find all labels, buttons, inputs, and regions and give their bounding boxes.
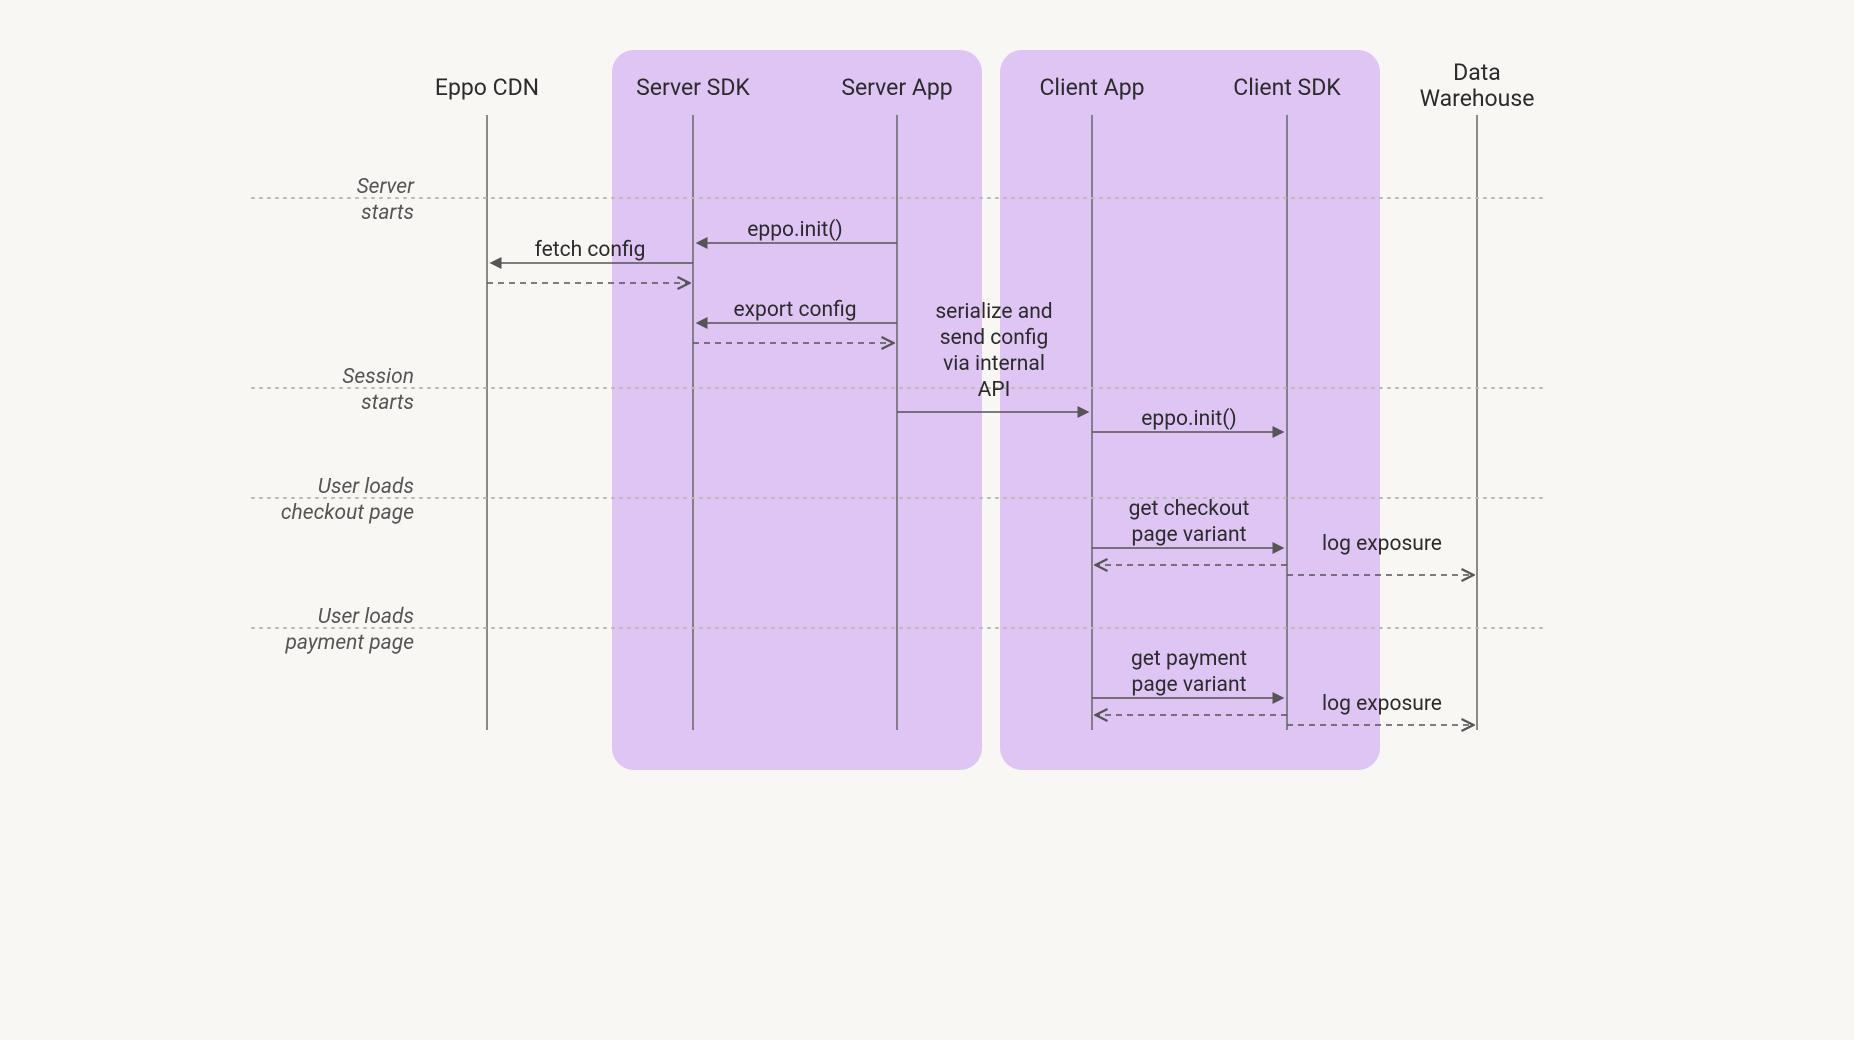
msg-serialize-send-l2: send config	[940, 326, 1049, 350]
phase-checkout-l2: checkout page	[281, 501, 414, 525]
msg-serialize-send-l4: API	[978, 378, 1011, 402]
participant-data-warehouse-l2: Warehouse	[1420, 85, 1535, 112]
participant-client-sdk: Client SDK	[1233, 74, 1341, 101]
participant-server-app: Server App	[841, 74, 952, 101]
phase-server-starts-l2: starts	[361, 201, 414, 225]
server-group-box	[612, 50, 982, 770]
msg-eppo-init-client-label: eppo.init()	[1141, 407, 1236, 431]
participant-eppo-cdn: Eppo CDN	[435, 74, 539, 101]
phase-session-starts-l1: Session	[342, 365, 414, 389]
msg-eppo-init-server-label: eppo.init()	[747, 218, 842, 242]
phase-payment-l1: User loads	[318, 605, 414, 629]
msg-export-config-label: export config	[733, 298, 856, 322]
participant-data-warehouse-l1: Data	[1453, 59, 1501, 86]
participant-client-app: Client App	[1039, 74, 1144, 101]
sequence-diagram: Eppo CDN Server SDK Server App Client Ap…	[222, 40, 1632, 820]
msg-fetch-config-label: fetch config	[535, 238, 646, 262]
msg-get-checkout-l2: page variant	[1132, 523, 1247, 547]
phase-payment-l2: payment page	[284, 631, 414, 655]
participant-server-sdk: Server SDK	[636, 74, 750, 101]
msg-get-payment-l2: page variant	[1132, 673, 1247, 697]
msg-log-exposure-2-label: log exposure	[1322, 692, 1442, 716]
msg-get-checkout-l1: get checkout	[1129, 497, 1250, 521]
msg-get-payment-l1: get payment	[1131, 647, 1247, 671]
phase-session-starts-l2: starts	[361, 391, 414, 415]
msg-serialize-send-l3: via internal	[943, 352, 1045, 376]
msg-log-exposure-1-label: log exposure	[1322, 532, 1442, 556]
phase-checkout-l1: User loads	[318, 475, 414, 499]
msg-serialize-send-l1: serialize and	[935, 300, 1052, 324]
phase-server-starts-l1: Server	[357, 175, 416, 199]
